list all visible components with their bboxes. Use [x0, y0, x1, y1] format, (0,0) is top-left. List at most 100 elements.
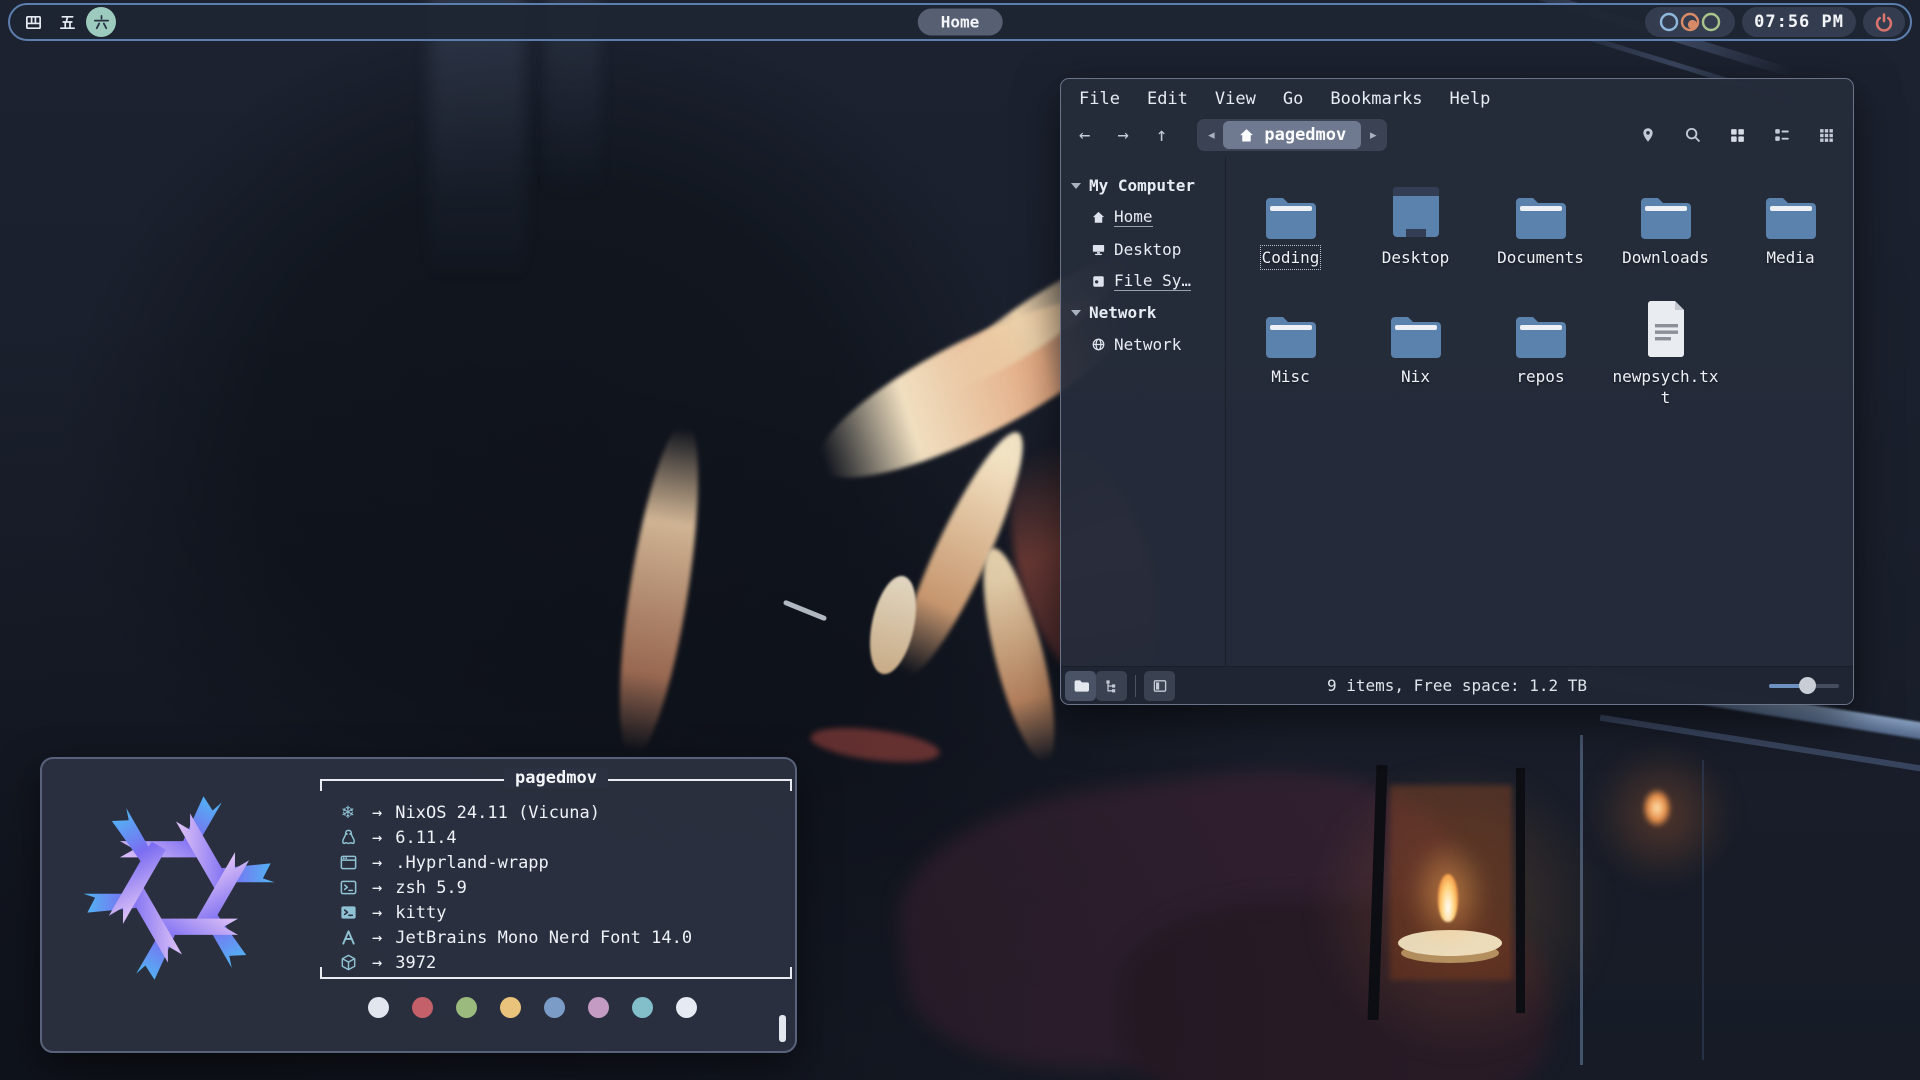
menu-edit[interactable]: Edit: [1147, 89, 1188, 109]
arrow-icon: →: [372, 828, 382, 848]
back-button[interactable]: ←: [1079, 124, 1090, 146]
side-pane-icon: [1152, 678, 1168, 694]
file-grid: Coding Desktop Documents: [1226, 157, 1853, 666]
arrow-icon: →: [372, 928, 382, 948]
kanji-five-icon: [58, 13, 77, 32]
terminal-window: pagedmov ❄ → NixOS 24.11 (Vicuna) → 6.11…: [40, 757, 797, 1053]
workspace-6-active[interactable]: [86, 7, 116, 37]
box-border: [320, 977, 792, 979]
file-label: Misc: [1271, 366, 1310, 387]
file-repos[interactable]: repos: [1478, 300, 1603, 408]
font-icon: [336, 928, 360, 947]
file-misc[interactable]: Misc: [1228, 300, 1353, 408]
globe-icon: [1091, 337, 1106, 352]
file-label: newpsych.txt: [1610, 366, 1722, 408]
compact-view-icon[interactable]: [1818, 127, 1835, 144]
menu-help[interactable]: Help: [1449, 89, 1490, 109]
sidebar-item-label: Network: [1114, 335, 1181, 354]
fetch-value: zsh 5.9: [395, 878, 467, 898]
nix-icon: ❄: [336, 803, 360, 823]
fetch-value: NixOS 24.11 (Vicuna): [395, 803, 600, 823]
file-desktop[interactable]: Desktop: [1353, 181, 1478, 268]
statusbar-separator: [1135, 675, 1136, 697]
fastfetch-box: pagedmov ❄ → NixOS 24.11 (Vicuna) → 6.11…: [320, 779, 792, 979]
file-nix[interactable]: Nix: [1353, 300, 1478, 408]
workspace-4[interactable]: [18, 7, 48, 37]
places-pane-icon: [1073, 678, 1089, 694]
nixos-logo: [72, 781, 286, 995]
collapse-arrow-icon[interactable]: [1071, 183, 1081, 189]
fetch-row-wm: → .Hyprland-wrapp: [336, 850, 784, 875]
desktop-icon: [1091, 242, 1106, 257]
icon-view-icon[interactable]: [1729, 127, 1746, 144]
folder-icon: [1513, 312, 1569, 358]
fetch-value: kitty: [395, 903, 446, 923]
palette-dot: [500, 997, 521, 1018]
system-status-module[interactable]: [1645, 7, 1735, 37]
file-coding[interactable]: Coding: [1228, 181, 1353, 268]
icon-size-slider[interactable]: [1769, 677, 1839, 695]
palette-dot: [412, 997, 433, 1018]
palette-dot: [368, 997, 389, 1018]
folder-icon: [1263, 193, 1319, 239]
sidebar: My Computer Home Desktop File Sy…: [1061, 157, 1226, 666]
file-downloads[interactable]: Downloads: [1603, 181, 1728, 268]
arrow-icon: →: [372, 853, 382, 873]
arrow-icon: →: [372, 878, 382, 898]
kanji-four-icon: [24, 13, 43, 32]
workspace-5[interactable]: [52, 7, 82, 37]
show-places-button[interactable]: [1065, 671, 1096, 701]
power-button[interactable]: [1863, 7, 1905, 37]
text-file-icon: [1643, 300, 1689, 358]
file-row: Coding Desktop Documents: [1228, 181, 1853, 268]
sidebar-item-desktop[interactable]: Desktop: [1061, 233, 1225, 265]
palette-dot: [632, 997, 653, 1018]
package-icon: [336, 953, 360, 972]
location-pin-icon[interactable]: [1639, 126, 1657, 144]
linux-icon: [336, 828, 360, 847]
sidebar-item-network[interactable]: Network: [1061, 328, 1225, 360]
slider-knob[interactable]: [1799, 677, 1816, 694]
clock-module[interactable]: 07:56 PM: [1742, 7, 1856, 37]
file-label: Downloads: [1622, 247, 1709, 268]
path-segment-home[interactable]: pagedmov: [1223, 121, 1361, 149]
bar-right-modules: 07:56 PM: [1645, 7, 1905, 37]
path-bar: ◂ pagedmov ▸: [1197, 119, 1387, 151]
terminal-scrollbar[interactable]: [779, 1015, 786, 1042]
forward-button[interactable]: →: [1117, 124, 1128, 146]
file-media[interactable]: Media: [1728, 181, 1853, 268]
fetch-row-font: → JetBrains Mono Nerd Font 14.0: [336, 925, 784, 950]
file-label: Nix: [1401, 366, 1430, 387]
directory-tree-icon: [1104, 678, 1120, 694]
toggle-side-pane-button[interactable]: [1144, 671, 1175, 701]
search-icon[interactable]: [1684, 126, 1702, 144]
collapse-arrow-icon[interactable]: [1071, 310, 1081, 316]
file-documents[interactable]: Documents: [1478, 181, 1603, 268]
sidebar-item-filesystem[interactable]: File Sy…: [1061, 265, 1225, 297]
menu-bookmarks[interactable]: Bookmarks: [1330, 89, 1422, 109]
sidebar-item-home[interactable]: Home: [1061, 201, 1225, 233]
box-border: [790, 779, 792, 791]
file-label: Coding: [1262, 247, 1320, 268]
file-manager-body: My Computer Home Desktop File Sy…: [1061, 157, 1853, 666]
menu-file[interactable]: File: [1079, 89, 1120, 109]
fetch-value: 6.11.4: [395, 828, 456, 848]
active-window-title: Home: [918, 9, 1003, 36]
sidebar-section-label: Network: [1089, 303, 1156, 322]
desktop-folder-icon: [1389, 185, 1443, 239]
show-tree-button[interactable]: [1096, 671, 1127, 701]
up-button[interactable]: ↑: [1156, 124, 1167, 146]
sidebar-section-network[interactable]: Network: [1061, 297, 1225, 328]
path-scroll-right-button[interactable]: ▸: [1361, 128, 1385, 143]
box-border: [320, 779, 322, 791]
arrow-icon: →: [372, 903, 382, 923]
sidebar-section-my-computer[interactable]: My Computer: [1061, 170, 1225, 201]
file-newpsych-txt[interactable]: newpsych.txt: [1603, 300, 1728, 408]
path-scroll-left-button[interactable]: ◂: [1199, 128, 1223, 143]
menu-view[interactable]: View: [1215, 89, 1256, 109]
fetch-row-kernel: → 6.11.4: [336, 825, 784, 850]
folder-icon: [1388, 312, 1444, 358]
fetch-value: .Hyprland-wrapp: [395, 853, 549, 873]
list-view-icon[interactable]: [1773, 126, 1791, 144]
menu-go[interactable]: Go: [1283, 89, 1303, 109]
